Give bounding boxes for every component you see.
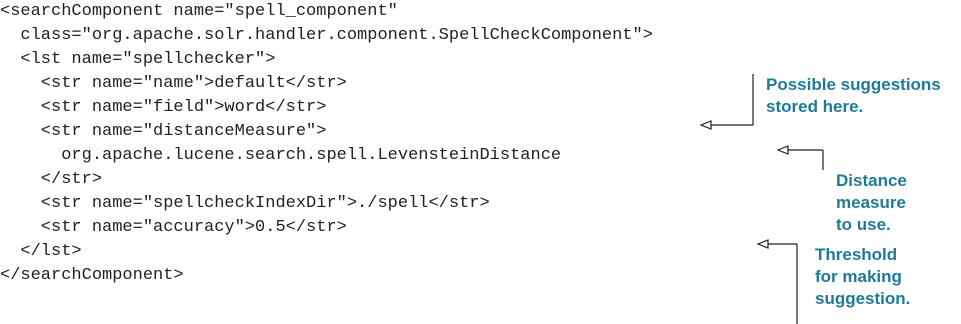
code-line: org.apache.lucene.search.spell.Levenstei… [0, 146, 562, 165]
annotation-threshold: Threshold for making suggestion. [815, 245, 911, 308]
code-line: </searchComponent> [0, 266, 184, 285]
code-line: </str> [0, 170, 103, 189]
annotation-distance: Distance measure to use. [836, 171, 907, 234]
code-line: <searchComponent name="spell_component" [0, 2, 398, 21]
code-line: <str name="accuracy">0.5</str> [0, 218, 347, 237]
annotation-suggestions: Possible suggestions stored here. [766, 75, 941, 116]
code-line: <str name="distanceMeasure"> [0, 122, 327, 141]
callout-threshold-pointer [756, 239, 798, 324]
code-line: <lst name="spellchecker"> [0, 50, 276, 69]
code-line: class="org.apache.solr.handler.component… [0, 26, 653, 45]
callout-distance-pointer [776, 145, 824, 170]
code-line: <str name="field">word</str> [0, 98, 327, 117]
code-line: <str name="spellcheckIndexDir">./spell</… [0, 194, 490, 213]
code-line: <str name="name">default</str> [0, 74, 347, 93]
callout-suggestions-pointer [699, 74, 754, 130]
code-listing: <searchComponent name="spell_component" … [0, 0, 653, 288]
code-line: </lst> [0, 242, 82, 261]
